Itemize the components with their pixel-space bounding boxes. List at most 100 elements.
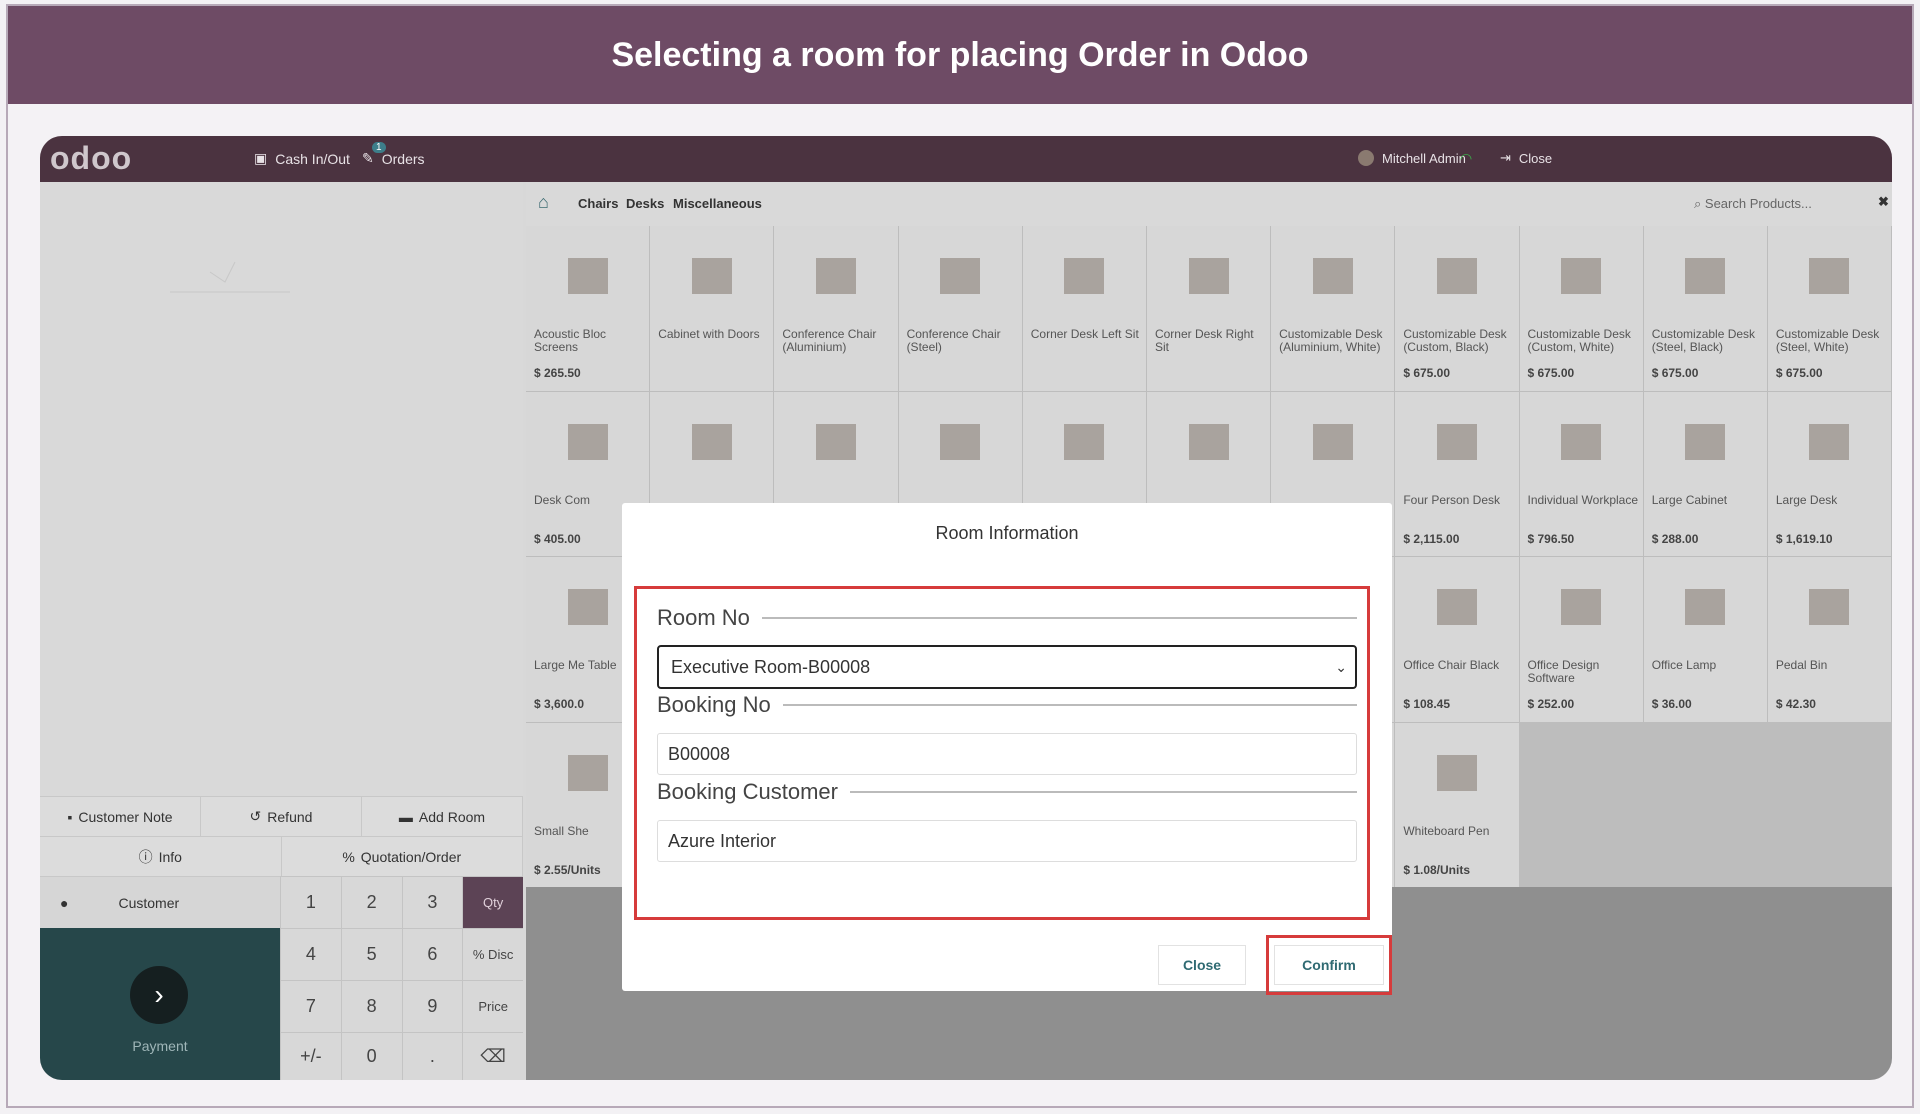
user-icon: ● <box>60 894 69 911</box>
numpad-key[interactable]: 4 <box>280 928 341 980</box>
product-price: $ 2,115.00 <box>1403 531 1460 546</box>
close-session-button[interactable]: ⇥ Close <box>1500 150 1552 166</box>
product-card[interactable]: Corner Desk Right Sit <box>1146 226 1271 391</box>
avatar <box>1358 150 1374 166</box>
product-card[interactable]: Pedal Bin $ 42.30 <box>1767 557 1892 722</box>
booking-no-field[interactable]: B00008 <box>657 733 1357 775</box>
close-icon[interactable]: ✖ <box>1878 194 1889 210</box>
room-no-select[interactable]: Executive Room-B00008 ⌄ <box>657 645 1357 689</box>
product-name: Acoustic Bloc Screens <box>534 327 607 354</box>
product-card[interactable]: Corner Desk Left Sit <box>1022 226 1146 391</box>
product-card[interactable]: Cabinet with Doors <box>650 226 774 391</box>
customer-button[interactable]: ● Customer <box>40 876 280 928</box>
product-card[interactable]: Customizable Desk (Aluminium, White) <box>1271 226 1395 391</box>
numpad-key[interactable]: 6 <box>401 928 463 980</box>
search-input[interactable]: ⌕ Search Products... <box>1694 196 1864 212</box>
numpad-key[interactable]: 9 <box>401 980 463 1032</box>
search-icon: ⌕ <box>1694 196 1705 211</box>
numpad-disc[interactable]: % Disc <box>462 928 523 980</box>
product-image <box>1023 226 1146 326</box>
add-room-button[interactable]: ▬ Add Room <box>362 797 523 836</box>
payment-button[interactable]: › Payment <box>40 928 280 1080</box>
screenshot-frame: Selecting a room for placing Order in Od… <box>6 4 1914 1108</box>
product-image <box>1768 226 1891 326</box>
product-card[interactable]: Whiteboard Pen $ 1.08/Units <box>1395 722 1519 887</box>
product-image <box>1768 392 1891 492</box>
product-price: $ 675.00 <box>1403 366 1451 380</box>
product-card[interactable]: Customizable Desk (Custom, Black) $ 675.0… <box>1395 226 1519 391</box>
order-actions-row-1: ▪ Customer Note ↺ Refund ▬ Add Room <box>40 796 523 836</box>
close-button[interactable]: Close <box>1158 945 1246 985</box>
category-desks[interactable]: Desks <box>626 196 664 211</box>
product-card[interactable]: Office Lamp $ 36.00 <box>1643 557 1767 722</box>
product-card[interactable]: Customizable Desk (Steel, Black) $ 675.00 <box>1643 226 1767 391</box>
home-icon[interactable]: ⌂ <box>538 192 549 213</box>
product-card[interactable]: Office Chair Black $ 108.45 <box>1395 557 1519 722</box>
orders-button[interactable]: ✎ 1 Orders <box>362 142 425 167</box>
product-name: Corner Desk Right Sit <box>1154 327 1254 354</box>
numpad-key[interactable]: 2 <box>340 876 402 928</box>
product-name: Customizable Desk (Custom, White) <box>1527 327 1631 354</box>
product-card[interactable]: Conference Chair (Steel) <box>898 226 1022 391</box>
wifi-icon: ◠ <box>1460 150 1473 166</box>
orders-icon: ✎ 1 <box>362 142 386 167</box>
quotation-order-button[interactable]: % Quotation/Order <box>282 837 523 876</box>
user-menu[interactable]: Mitchell Admin <box>1358 150 1466 166</box>
product-card[interactable]: Customizable Desk (Custom, White) $ 675.0… <box>1519 226 1643 391</box>
numpad-key[interactable]: 3 <box>401 876 463 928</box>
product-image <box>1023 392 1146 492</box>
numpad-key[interactable]: . <box>401 1032 463 1080</box>
product-price: $ 42.30 <box>1775 697 1816 711</box>
booking-customer-field[interactable]: Azure Interior <box>657 820 1357 862</box>
product-name: Customizable Desk (Aluminium, White) <box>1279 327 1383 354</box>
product-card[interactable]: Large Desk $ 1,619.10 <box>1767 391 1892 556</box>
info-button[interactable]: ⓘ Info <box>40 837 282 876</box>
chevron-right-icon: › <box>130 966 188 1024</box>
category-miscellaneous[interactable]: Miscellaneous <box>673 196 762 211</box>
product-image <box>1520 226 1643 326</box>
product-name: Pedal Bin <box>1775 658 1828 672</box>
product-card[interactable]: Conference Chair (Aluminium) <box>774 226 898 391</box>
product-price: $ 108.45 <box>1403 697 1451 711</box>
numpad-key[interactable]: 7 <box>280 980 341 1032</box>
product-image <box>1271 226 1394 326</box>
note-icon: ▪ <box>67 808 73 825</box>
product-card[interactable]: Customizable Desk (Steel, White) $ 675.00 <box>1767 226 1892 391</box>
product-card[interactable]: Individual Workplace $ 796.50 <box>1519 391 1643 556</box>
dialog-title: Room Information <box>935 523 1079 543</box>
highlight-box: Room No Executive Room-B00008 ⌄ Booking … <box>634 586 1370 920</box>
numpad-key[interactable]: 1 <box>280 876 341 928</box>
tutorial-banner: Selecting a room for placing Order in Od… <box>8 6 1912 104</box>
product-price: $ 36.00 <box>1651 697 1692 711</box>
numpad-qty[interactable]: Qty <box>462 876 523 928</box>
product-name: Conference Chair (Aluminium) <box>782 327 877 354</box>
empty-cart-illustration <box>170 261 290 293</box>
confirm-button[interactable]: Confirm <box>1274 945 1384 985</box>
numpad-key[interactable]: 8 <box>340 980 402 1032</box>
cash-in-out-button[interactable]: ▣ Cash In/Out <box>254 150 350 167</box>
product-image <box>1395 557 1518 657</box>
product-image <box>1768 557 1891 657</box>
customer-note-button[interactable]: ▪ Customer Note <box>40 797 201 836</box>
order-panel: ▪ Customer Note ↺ Refund ▬ Add Room ⓘ Info %… <box>40 182 523 1080</box>
category-chairs[interactable]: Chairs <box>578 196 618 211</box>
product-card[interactable]: Acoustic Bloc Screens $ 265.50 <box>526 226 650 391</box>
order-lines-area <box>40 182 523 796</box>
chevron-down-icon: ⌄ <box>1335 659 1347 675</box>
numpad-key[interactable]: 5 <box>340 928 402 980</box>
product-card[interactable]: Four Person Desk $ 2,115.00 <box>1395 391 1519 556</box>
pos-app: odoo ▣ Cash In/Out ✎ 1 Orders Mitchell Adm… <box>40 136 1892 1080</box>
numpad-key[interactable]: +/- <box>280 1032 341 1080</box>
product-image <box>774 226 897 326</box>
backspace-icon[interactable]: ⌫ <box>462 1032 523 1080</box>
numpad-key[interactable]: 0 <box>340 1032 402 1080</box>
banner-title: Selecting a room for placing Order in Od… <box>611 35 1309 74</box>
product-price: $ 252.00 <box>1527 697 1575 711</box>
numpad-price[interactable]: Price <box>462 980 523 1032</box>
refund-button[interactable]: ↺ Refund <box>201 797 362 836</box>
product-card[interactable]: Office Design Software $ 252.00 <box>1519 557 1643 722</box>
product-image <box>526 226 649 326</box>
product-image <box>1644 557 1767 657</box>
product-card[interactable]: Large Cabinet $ 288.00 <box>1643 391 1767 556</box>
product-image <box>1147 226 1270 326</box>
